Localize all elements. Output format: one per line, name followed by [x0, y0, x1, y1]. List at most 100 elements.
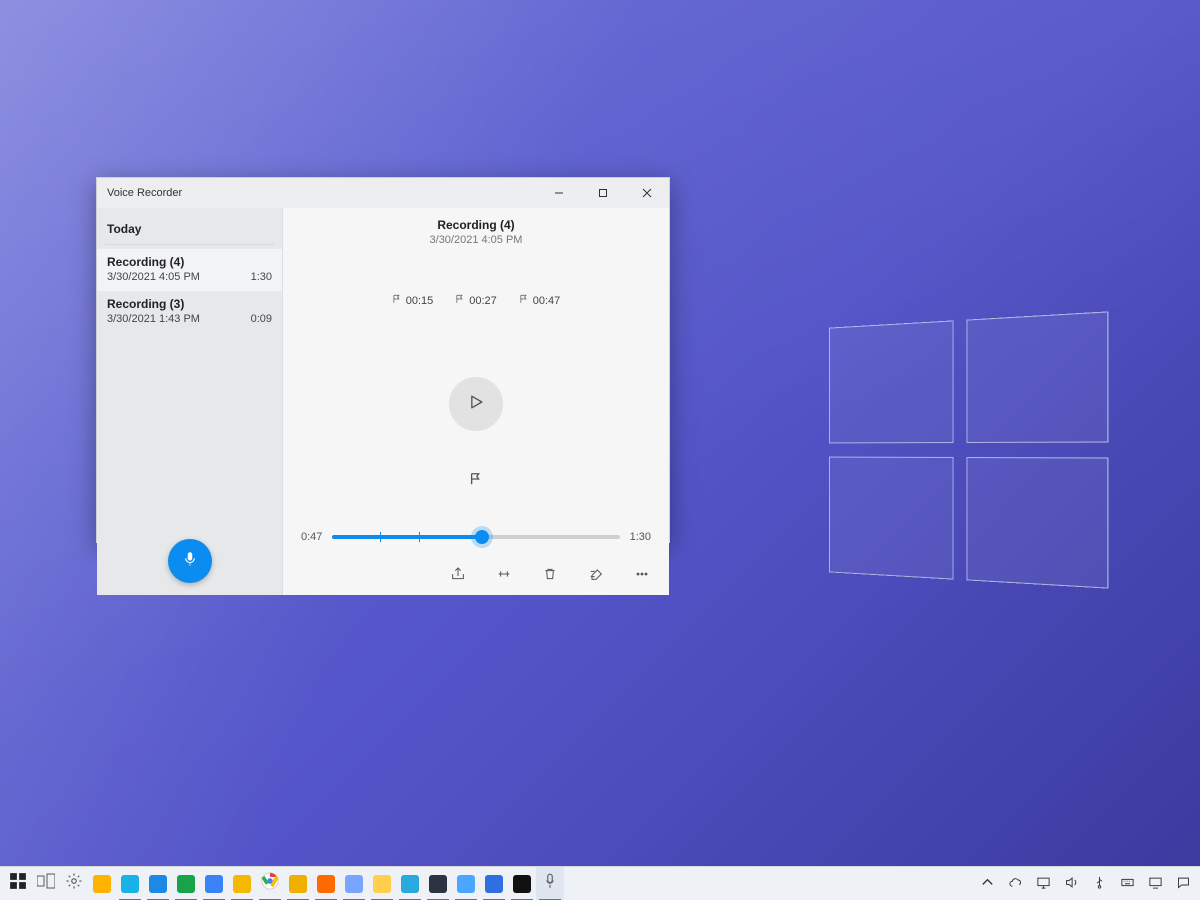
tray-volume[interactable]	[1062, 875, 1080, 893]
edge-dev-icon	[205, 875, 223, 893]
marker-tick	[419, 532, 420, 542]
close-button[interactable]	[625, 178, 669, 208]
recording-duration: 1:30	[251, 271, 272, 283]
detail-title: Recording (4)	[437, 218, 514, 232]
taskbar-item-chrome-canary[interactable]	[284, 867, 312, 900]
edge-icon	[149, 875, 167, 893]
marker-item[interactable]: 00:15	[392, 294, 434, 307]
notifications-button[interactable]	[1174, 875, 1192, 893]
edge-canary-icon	[233, 875, 251, 893]
minimize-button[interactable]	[537, 178, 581, 208]
chrome-canary-icon	[289, 875, 307, 893]
title-bar[interactable]: Voice Recorder	[97, 178, 669, 208]
mail-icon	[401, 875, 419, 893]
recording-name: Recording (4)	[107, 255, 272, 269]
chrome-icon	[261, 872, 279, 895]
microphone-icon	[181, 550, 199, 573]
store-icon	[93, 875, 111, 893]
trim-button[interactable]	[495, 567, 513, 585]
taskbar-item-edge-canary[interactable]	[228, 867, 256, 900]
marker-item[interactable]: 00:47	[519, 294, 561, 307]
detail-datetime: 3/30/2021 4:05 PM	[430, 234, 523, 246]
windows-logo	[829, 311, 1108, 588]
rename-button[interactable]	[587, 567, 605, 585]
markers-list: 00:15 00:27 00:47	[392, 294, 561, 307]
tray-usb[interactable]	[1090, 875, 1108, 893]
taskbar-item-onedrive-alt[interactable]	[452, 867, 480, 900]
taskbar-item-terminal[interactable]	[424, 867, 452, 900]
system-tray	[978, 867, 1200, 900]
timeline: 0:47 1:30	[283, 531, 669, 543]
tray-onedrive[interactable]	[1006, 875, 1024, 893]
marker-tick	[482, 532, 483, 542]
taskbar-item-cmd[interactable]	[508, 867, 536, 900]
taskbar-item-store[interactable]	[88, 867, 116, 900]
voice-recorder-window: Voice Recorder Today Recording (4) 3/30	[96, 177, 670, 543]
elapsed-time: 0:47	[301, 531, 322, 543]
usb-icon	[1092, 875, 1107, 893]
taskbar-item-voice-recorder[interactable]	[536, 867, 564, 900]
taskbar-item-start[interactable]	[4, 867, 32, 900]
recording-name: Recording (3)	[107, 297, 272, 311]
taskbar-item-edge[interactable]	[144, 867, 172, 900]
notifications-icon	[1176, 875, 1191, 893]
taskbar-item-edge-dev[interactable]	[200, 867, 228, 900]
detail-actions	[283, 567, 669, 595]
share-button[interactable]	[449, 567, 467, 585]
keyboard-icon	[1120, 875, 1135, 893]
monitor-icon	[1148, 875, 1163, 893]
monitor-icon	[1036, 875, 1051, 893]
add-marker-button[interactable]	[466, 471, 486, 491]
taskbar-item-firefox-dev[interactable]	[340, 867, 368, 900]
tray-overflow-button[interactable]	[978, 875, 996, 893]
windows-start-icon	[9, 872, 27, 895]
window-title: Voice Recorder	[107, 187, 182, 199]
more-button[interactable]	[633, 567, 651, 585]
task-view-icon	[37, 872, 55, 895]
recording-item[interactable]: Recording (3) 3/30/2021 1:43 PM 0:09	[97, 291, 282, 333]
microphone-icon	[541, 872, 559, 895]
recording-datetime: 3/30/2021 4:05 PM	[107, 271, 200, 283]
tray-settings[interactable]	[1146, 875, 1164, 893]
maximize-button[interactable]	[581, 178, 625, 208]
taskbar-item-task-view[interactable]	[32, 867, 60, 900]
recording-item[interactable]: Recording (4) 3/30/2021 4:05 PM 1:30	[97, 249, 282, 291]
taskbar-item-mail[interactable]	[396, 867, 424, 900]
trash-icon	[542, 566, 558, 587]
tray-display[interactable]	[1034, 875, 1052, 893]
ellipsis-icon	[634, 566, 650, 587]
delete-button[interactable]	[541, 567, 559, 585]
share-icon	[450, 566, 466, 587]
total-time: 1:30	[630, 531, 651, 543]
record-button[interactable]	[168, 539, 212, 583]
chevron-up-icon	[980, 875, 995, 893]
firefox-icon	[317, 875, 335, 893]
flag-icon	[455, 294, 465, 307]
taskbar-item-photos[interactable]	[480, 867, 508, 900]
notes-icon	[121, 875, 139, 893]
cloud-icon	[1008, 875, 1023, 893]
taskbar-item-explorer[interactable]	[368, 867, 396, 900]
play-button[interactable]	[449, 377, 503, 431]
onedrive-alt-icon	[457, 875, 475, 893]
photos-icon	[485, 875, 503, 893]
firefox-dev-icon	[345, 875, 363, 893]
gear-icon	[65, 872, 83, 895]
edge-beta-icon	[177, 875, 195, 893]
play-icon	[466, 392, 486, 417]
taskbar-item-edge-beta[interactable]	[172, 867, 200, 900]
flag-icon	[519, 294, 529, 307]
sidebar-heading: Today	[97, 214, 282, 244]
flag-icon	[469, 472, 483, 491]
taskbar-item-settings[interactable]	[60, 867, 88, 900]
desktop: Voice Recorder Today Recording (4) 3/30	[0, 0, 1200, 900]
taskbar-item-chrome[interactable]	[256, 867, 284, 900]
rename-icon	[588, 566, 604, 587]
recordings-sidebar: Today Recording (4) 3/30/2021 4:05 PM 1:…	[97, 208, 283, 595]
taskbar-item-notes[interactable]	[116, 867, 144, 900]
seek-bar[interactable]	[332, 535, 619, 539]
tray-keyboard[interactable]	[1118, 875, 1136, 893]
marker-item[interactable]: 00:27	[455, 294, 497, 307]
marker-tick	[380, 532, 381, 542]
taskbar-item-firefox[interactable]	[312, 867, 340, 900]
